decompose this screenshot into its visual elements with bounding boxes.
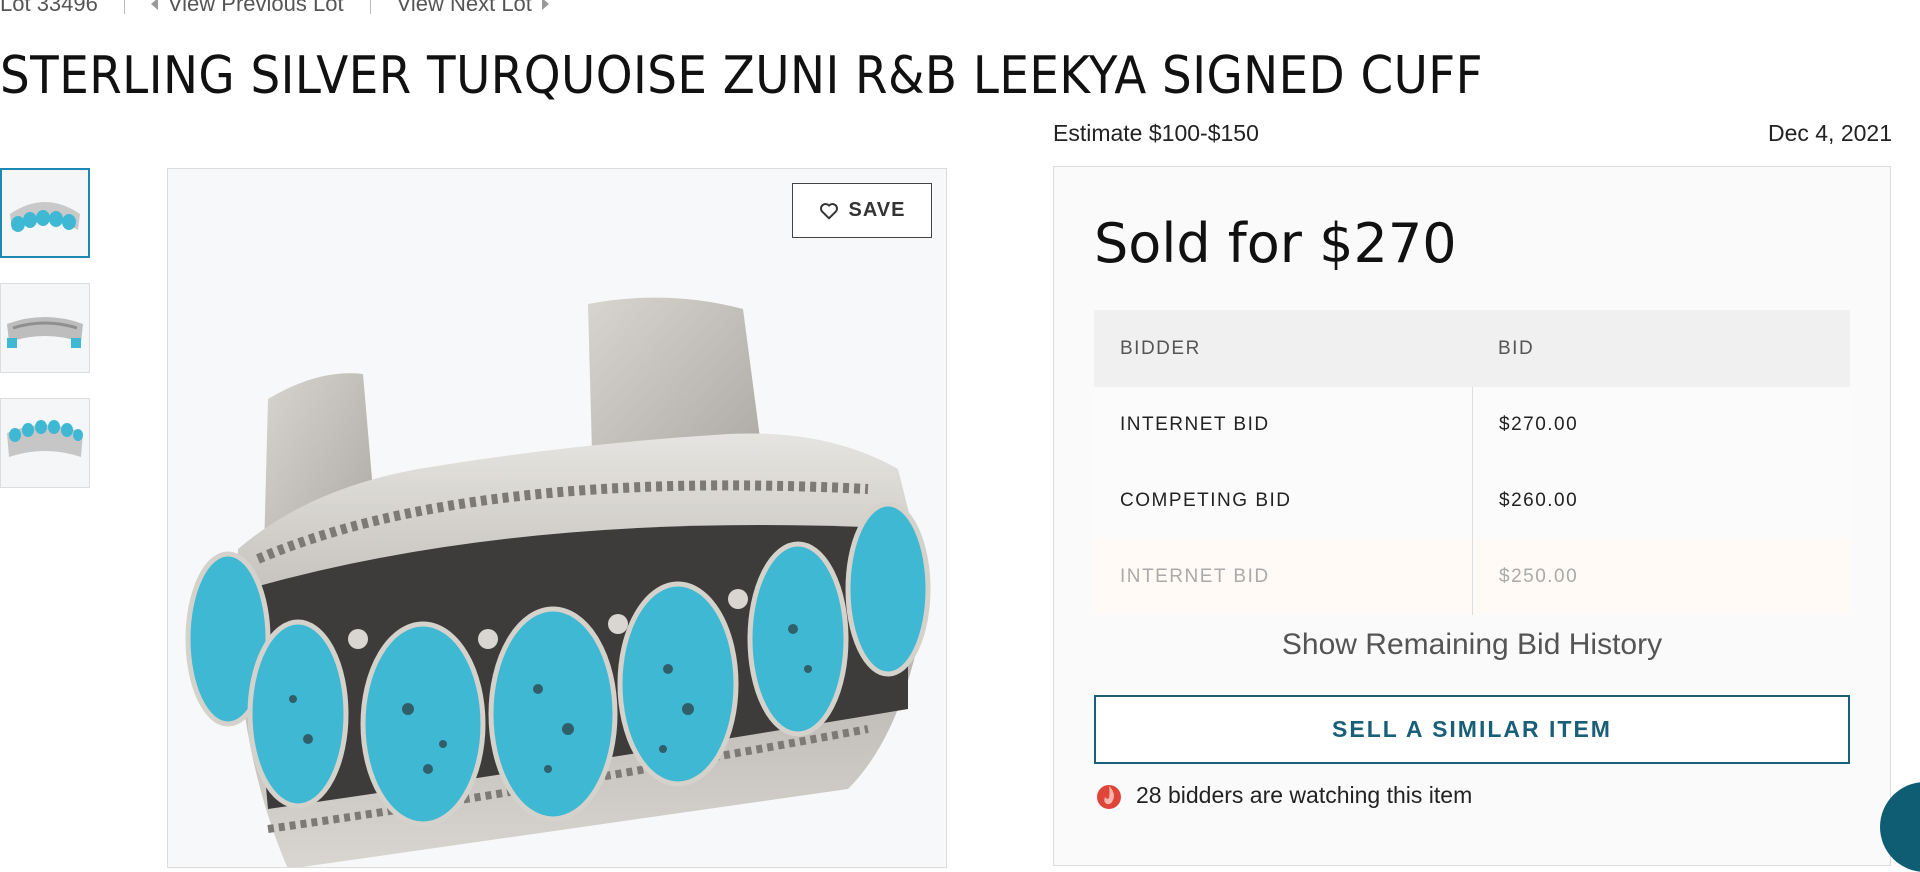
bid-cell: $250.00 bbox=[1472, 539, 1850, 615]
bidder-cell: INTERNET BID bbox=[1120, 414, 1270, 435]
column-header-bid: BID bbox=[1498, 337, 1535, 359]
main-product-image[interactable] bbox=[167, 168, 947, 868]
divider bbox=[369, 0, 371, 14]
heart-icon bbox=[819, 202, 838, 219]
page-title: STERLING SILVER TURQUOISE ZUNI R&B LEEKY… bbox=[0, 46, 1484, 106]
thumbnail-3[interactable] bbox=[0, 398, 90, 488]
watchers-text: 28 bidders are watching this item bbox=[1136, 781, 1473, 808]
cuff-bracelet-image bbox=[168, 169, 946, 867]
cuff-thumbnail-image bbox=[2, 170, 88, 256]
sold-price: Sold for $270 bbox=[1094, 212, 1457, 275]
estimate-text: Estimate $100-$150 bbox=[1053, 120, 1259, 146]
thumbnail-2[interactable] bbox=[0, 283, 90, 373]
table-row: INTERNET BID $270.00 bbox=[1094, 387, 1850, 463]
show-remaining-bid-history-link[interactable]: Show Remaining Bid History bbox=[1094, 628, 1850, 662]
lot-number: Lot 33496 bbox=[0, 0, 98, 16]
view-next-lot-label: View Next Lot bbox=[396, 0, 532, 16]
bidder-cell: COMPETING BID bbox=[1120, 490, 1292, 511]
view-previous-lot-link[interactable]: View Previous Lot bbox=[150, 0, 344, 17]
chevron-left-icon bbox=[150, 0, 158, 10]
table-row: INTERNET BID $250.00 bbox=[1094, 539, 1850, 615]
save-button[interactable]: SAVE bbox=[792, 183, 932, 238]
bid-cell: $270.00 bbox=[1472, 387, 1850, 463]
divider bbox=[123, 0, 125, 14]
lot-navigation: Lot 33496 View Previous Lot View Next Lo… bbox=[0, 0, 549, 18]
sale-date: Dec 4, 2021 bbox=[1767, 120, 1892, 146]
table-row: COMPETING BID $260.00 bbox=[1094, 463, 1850, 539]
view-previous-lot-label: View Previous Lot bbox=[167, 0, 344, 16]
sell-similar-item-button[interactable]: SELL A SIMILAR ITEM bbox=[1094, 695, 1850, 764]
bid-history-table: BIDDER BID INTERNET BID $270.00 COMPETIN… bbox=[1094, 310, 1850, 615]
table-header: BIDDER BID bbox=[1094, 310, 1850, 387]
watchers-info: 28 bidders are watching this item bbox=[1094, 780, 1472, 810]
bidder-cell: INTERNET BID bbox=[1120, 566, 1270, 587]
cuff-thumbnail-image bbox=[1, 284, 89, 372]
bid-cell: $260.00 bbox=[1472, 463, 1850, 539]
chevron-right-icon bbox=[541, 0, 549, 10]
cuff-thumbnail-image bbox=[1, 399, 89, 487]
view-next-lot-link[interactable]: View Next Lot bbox=[397, 0, 549, 17]
flame-icon bbox=[1097, 785, 1121, 809]
save-label: SAVE bbox=[848, 199, 906, 221]
thumbnail-1[interactable] bbox=[0, 168, 90, 258]
column-header-bidder: BIDDER bbox=[1120, 337, 1201, 359]
